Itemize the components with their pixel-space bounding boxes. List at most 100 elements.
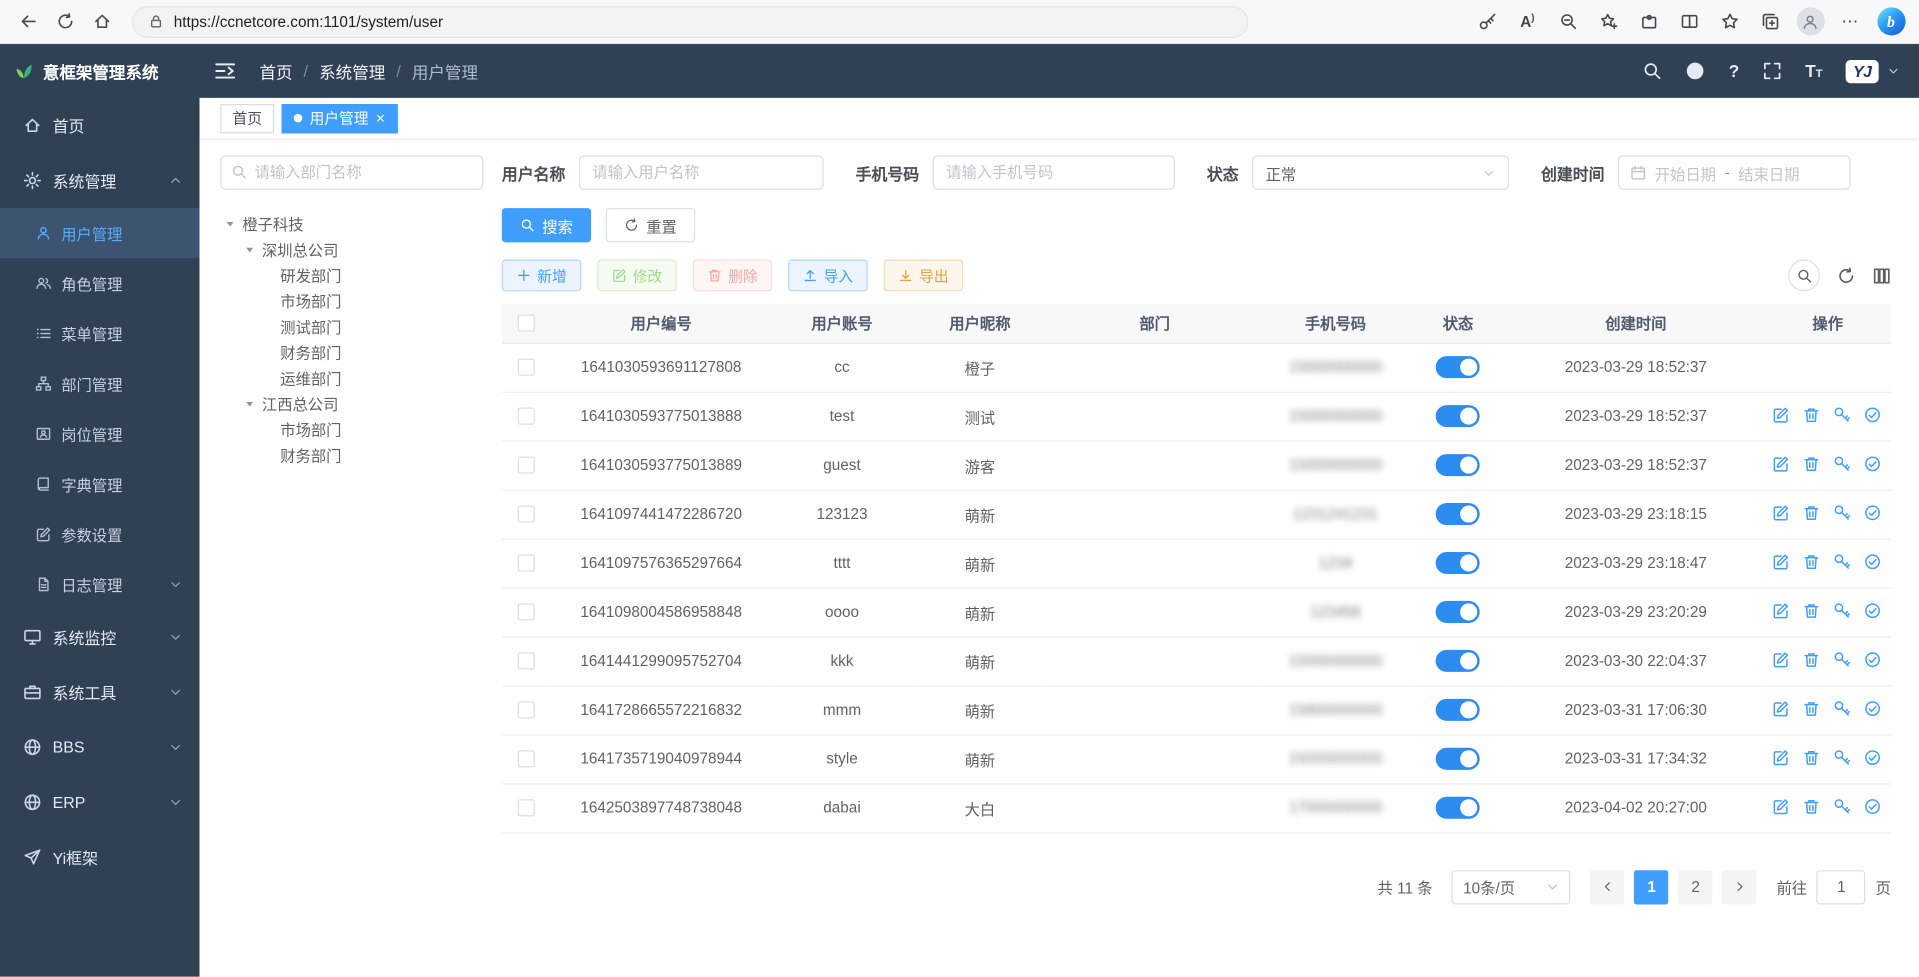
tree-node-dept[interactable]: 运维部门: [220, 365, 483, 391]
assign-role-button[interactable]: [1864, 454, 1882, 472]
reset-password-button[interactable]: [1834, 601, 1852, 619]
import-button[interactable]: 导入: [788, 259, 868, 291]
close-tab-icon[interactable]: ×: [376, 110, 385, 126]
status-toggle[interactable]: [1436, 601, 1480, 623]
edit-user-button[interactable]: [1773, 699, 1791, 717]
caret-down-icon[interactable]: [244, 243, 256, 255]
next-page-button[interactable]: [1723, 870, 1757, 904]
edit-user-button[interactable]: [1773, 503, 1791, 521]
row-checkbox[interactable]: [518, 555, 535, 572]
refresh-table-button[interactable]: [1837, 266, 1855, 284]
delete-user-button[interactable]: [1803, 454, 1821, 472]
column-settings-button[interactable]: [1873, 266, 1891, 284]
username-input[interactable]: [579, 155, 824, 189]
delete-user-button[interactable]: [1803, 797, 1821, 815]
page-2-button[interactable]: 2: [1679, 870, 1713, 904]
status-toggle[interactable]: [1436, 552, 1480, 574]
row-checkbox[interactable]: [518, 751, 535, 768]
page-size-select[interactable]: 10条/页: [1452, 870, 1571, 904]
browser-back-button[interactable]: [10, 4, 47, 38]
breadcrumb-system[interactable]: 系统管理: [319, 59, 385, 83]
row-checkbox[interactable]: [518, 702, 535, 719]
sidebar-item-bbs[interactable]: BBS: [0, 720, 199, 775]
sidebar-item-dictionary-management[interactable]: 字典管理: [0, 459, 199, 509]
phone-input[interactable]: [933, 155, 1175, 189]
sidebar-item-parameter-settings[interactable]: 参数设置: [0, 509, 199, 559]
department-search-input[interactable]: [220, 155, 483, 189]
sidebar-item-home[interactable]: 首页: [0, 98, 199, 153]
edit-user-button[interactable]: [1773, 601, 1791, 619]
status-toggle[interactable]: [1436, 454, 1480, 476]
add-favorite-button[interactable]: [1590, 4, 1627, 38]
tree-node-branch[interactable]: 深圳总公司: [220, 236, 483, 262]
status-toggle[interactable]: [1436, 797, 1480, 819]
edit-user-button[interactable]: [1773, 454, 1791, 472]
sidebar-item-yi-framework[interactable]: Yi框架: [0, 830, 199, 885]
assign-role-button[interactable]: [1864, 650, 1882, 668]
user-avatar-logo[interactable]: YJ: [1846, 59, 1879, 82]
status-toggle[interactable]: [1436, 748, 1480, 770]
assign-role-button[interactable]: [1864, 699, 1882, 717]
sidebar-item-department-management[interactable]: 部门管理: [0, 359, 199, 409]
row-checkbox[interactable]: [518, 604, 535, 621]
delete-user-button[interactable]: [1803, 503, 1821, 521]
status-toggle[interactable]: [1436, 405, 1480, 427]
export-button[interactable]: 导出: [884, 259, 964, 291]
reset-password-button[interactable]: [1834, 748, 1852, 766]
tree-node-dept[interactable]: 研发部门: [220, 262, 483, 288]
edit-user-button[interactable]: [1773, 552, 1791, 570]
row-checkbox[interactable]: [518, 408, 535, 425]
delete-user-button[interactable]: [1803, 699, 1821, 717]
reset-password-button[interactable]: [1834, 503, 1852, 521]
delete-user-button[interactable]: [1803, 748, 1821, 766]
delete-user-button[interactable]: [1803, 405, 1821, 423]
search-button[interactable]: 搜索: [502, 208, 591, 242]
sidebar-item-user-management[interactable]: 用户管理: [0, 208, 199, 258]
reset-password-button[interactable]: [1834, 454, 1852, 472]
sidebar-item-system-tools[interactable]: 系统工具: [0, 665, 199, 720]
toggle-search-button[interactable]: [1788, 259, 1820, 291]
delete-button[interactable]: 删除: [693, 259, 773, 291]
row-checkbox[interactable]: [518, 800, 535, 817]
edit-button[interactable]: 修改: [597, 259, 677, 291]
edit-user-button[interactable]: [1773, 405, 1791, 423]
assign-role-button[interactable]: [1864, 797, 1882, 815]
caret-down-icon[interactable]: [224, 217, 236, 229]
fullscreen-button[interactable]: [1762, 61, 1782, 81]
sidebar-item-system-management[interactable]: 系统管理: [0, 153, 199, 208]
sidebar-item-erp[interactable]: ERP: [0, 775, 199, 830]
status-toggle[interactable]: [1436, 356, 1480, 378]
header-search-button[interactable]: [1643, 61, 1663, 81]
prev-page-button[interactable]: [1590, 870, 1624, 904]
status-toggle[interactable]: [1436, 503, 1480, 525]
browser-home-button[interactable]: [83, 4, 120, 38]
row-checkbox[interactable]: [518, 653, 535, 670]
date-range-picker[interactable]: 开始日期 - 结束日期: [1618, 155, 1851, 189]
page-1-button[interactable]: 1: [1634, 870, 1668, 904]
app-logo[interactable]: 意框架管理系统: [0, 44, 199, 98]
sidebar-item-post-management[interactable]: 岗位管理: [0, 409, 199, 459]
zoom-out-button[interactable]: [1549, 4, 1586, 38]
browser-refresh-button[interactable]: [47, 4, 84, 38]
status-select[interactable]: 正常: [1252, 155, 1509, 189]
font-size-button[interactable]: TT: [1805, 61, 1822, 81]
assign-role-button[interactable]: [1864, 552, 1882, 570]
tree-node-dept[interactable]: 财务部门: [220, 442, 483, 468]
status-toggle[interactable]: [1436, 699, 1480, 721]
tree-node-dept[interactable]: 市场部门: [220, 416, 483, 442]
collections-button[interactable]: [1751, 4, 1788, 38]
read-aloud-button[interactable]: A): [1509, 4, 1546, 38]
assign-role-button[interactable]: [1864, 601, 1882, 619]
tree-node-branch[interactable]: 江西总公司: [220, 390, 483, 416]
avatar-caret-down-icon[interactable]: [1887, 65, 1899, 77]
edit-user-button[interactable]: [1773, 797, 1791, 815]
split-screen-button[interactable]: [1671, 4, 1708, 38]
site-info-lock-icon[interactable]: [148, 13, 164, 29]
sidebar-toggle-icon[interactable]: [214, 60, 236, 82]
tree-node-dept[interactable]: 测试部门: [220, 313, 483, 339]
delete-user-button[interactable]: [1803, 601, 1821, 619]
browser-more-button[interactable]: ⋯: [1832, 4, 1869, 38]
add-button[interactable]: 新增: [502, 259, 582, 291]
extensions-button[interactable]: [1630, 4, 1667, 38]
copilot-button[interactable]: b: [1873, 4, 1910, 38]
